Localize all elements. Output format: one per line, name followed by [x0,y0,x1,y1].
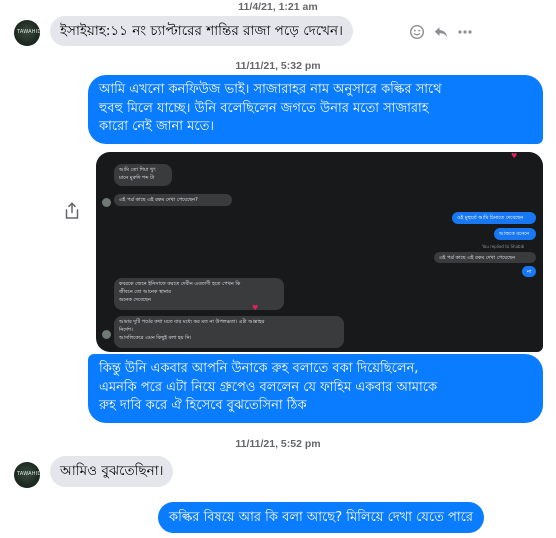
heart-reaction-icon: ♥ [252,304,259,312]
screenshot-text: না [527,269,532,275]
more-dots-icon[interactable] [457,24,473,40]
screenshot-text: নির্দেশ। [119,327,133,333]
message-text-line: আমি এখনো কনফিউজ ভাই। সাজারাহর নাম অনুসার… [99,82,442,97]
screenshot-text: কবরকে জেনে ইনিসাফে করতে দেবীন এবতাণী হতে… [119,281,241,287]
incoming-message[interactable]: আমিও বুঝতেছিনা। [50,456,174,487]
timestamp: 11/11/21, 5:52 pm [235,438,321,450]
outgoing-message[interactable]: কিন্তু উনি একবার আপনি উনাকে রুহ বলাতে বক… [88,354,543,423]
contact-avatar[interactable]: TAWAHID [14,20,40,46]
timestamp: 11/11/21, 5:32 pm [235,60,321,72]
heart-reaction-icon: ♥ [511,152,518,160]
screenshot-text: এই পর্ব্র কাছে এই রকম দেখা পেয়েছেন? [119,197,198,203]
screenshot-text: আসলিকেরে এমন কিছুই বলা হয় নি। [119,335,192,341]
screenshot-incoming-bubble: কবরকে জেনে ইনিসাফে করতে দেবীন এবতাণী হতে… [114,278,284,310]
timestamp: 11/4/21, 1:21 am [238,1,318,13]
screenshot-incoming-bubble: আমি তো শিয়া খুৎ মানে মুরুদি শব্দ টা [114,164,172,186]
message-text-line: হুবহু মিলে যাচ্ছে। উনি বলেছিলেন জগতে উনা… [99,100,429,116]
screenshot-incoming-bubble: এই পর্ব্র কাছে এই রকম দেখা পেয়েছেন? [114,194,232,206]
message-text: আমিও বুঝতেছিনা। [60,463,164,479]
contact-avatar[interactable]: TAWAHID [14,462,40,488]
shared-screenshot-image[interactable]: আমি তো শিয়া খুৎ মানে মুরুদি শব্দ টা এই … [96,152,543,352]
screenshot-text: ওই মুহুর্তে আমি চিনাতে দেবেছেন [457,215,524,221]
screenshot-text: মানে মুরুদি শব্দ টা [119,175,155,181]
share-icon[interactable] [64,202,80,220]
outgoing-message[interactable]: কল্কির বিষয়ে আর কি বলা আছে? মিলিয়ে দেখ… [158,502,484,533]
screenshot-outgoing-bubble: ওই মুহুর্তে আমি চিনাতে দেবেছেন [452,212,536,224]
screenshot-avatar [102,198,111,207]
incoming-message[interactable]: ইসাইয়াহ:১১ নং চ্যাপ্টারের শান্তির রাজা … [50,16,353,46]
screenshot-text: আমার দুটি পর্মের কথা মতে যার মধ্যে কর মত… [119,319,265,325]
screenshot-text: আমি তো শিয়া খুৎ [119,167,156,173]
message-text-line: রুহ দাবি করে ঐ হিসেবে বুঝতেসিনা ঠিক [99,398,307,413]
message-text-line: এমনকি পরে এটা নিয়ে গ্রুপেও বললেন যে ফাহ… [99,379,438,395]
screenshot-text: এই পর্ব্র কাছে এই রকম দেখা পেয়েছেন [439,255,516,261]
message-text: কল্কির বিষয়ে আর কি বলা আছে? মিলিয়ে দেখ… [169,510,473,525]
avatar-logo-text: TAWAHID [17,29,40,35]
screenshot-reply-note: You replied to Shabib [482,244,525,249]
screenshot-text: অনেক দেবেছেন [119,297,151,303]
screenshot-text: জীবনে তো আনেক স্থানার [119,289,171,295]
reply-arrow-icon[interactable] [433,24,449,40]
screenshot-quoted-bubble: এই পর্ব্র কাছে এই রকম দেখা পেয়েছেন [434,252,536,263]
message-text-line: কারো নেই জানা মতে। [99,119,214,134]
screenshot-text: আজকে বনেনে [499,231,530,237]
screenshot-outgoing-bubble: আজকে বনেনে [494,228,536,240]
screenshot-outgoing-bubble: না [522,266,536,277]
screenshot-avatar [102,330,111,339]
message-text-line: কিন্তু উনি একবার আপনি উনাকে রুহ বলাতে বক… [99,361,419,376]
smiley-icon[interactable] [409,24,425,40]
screenshot-incoming-bubble: আমার দুটি পর্মের কথা মতে যার মধ্যে কর মত… [114,316,344,348]
message-text: ইসাইয়াহ:১১ নং চ্যাপ্টারের শান্তির রাজা … [60,23,343,39]
outgoing-message[interactable]: আমি এখনো কনফিউজ ভাই। সাজারাহর নাম অনুসার… [88,75,543,144]
avatar-logo-text: TAWAHID [17,471,40,477]
